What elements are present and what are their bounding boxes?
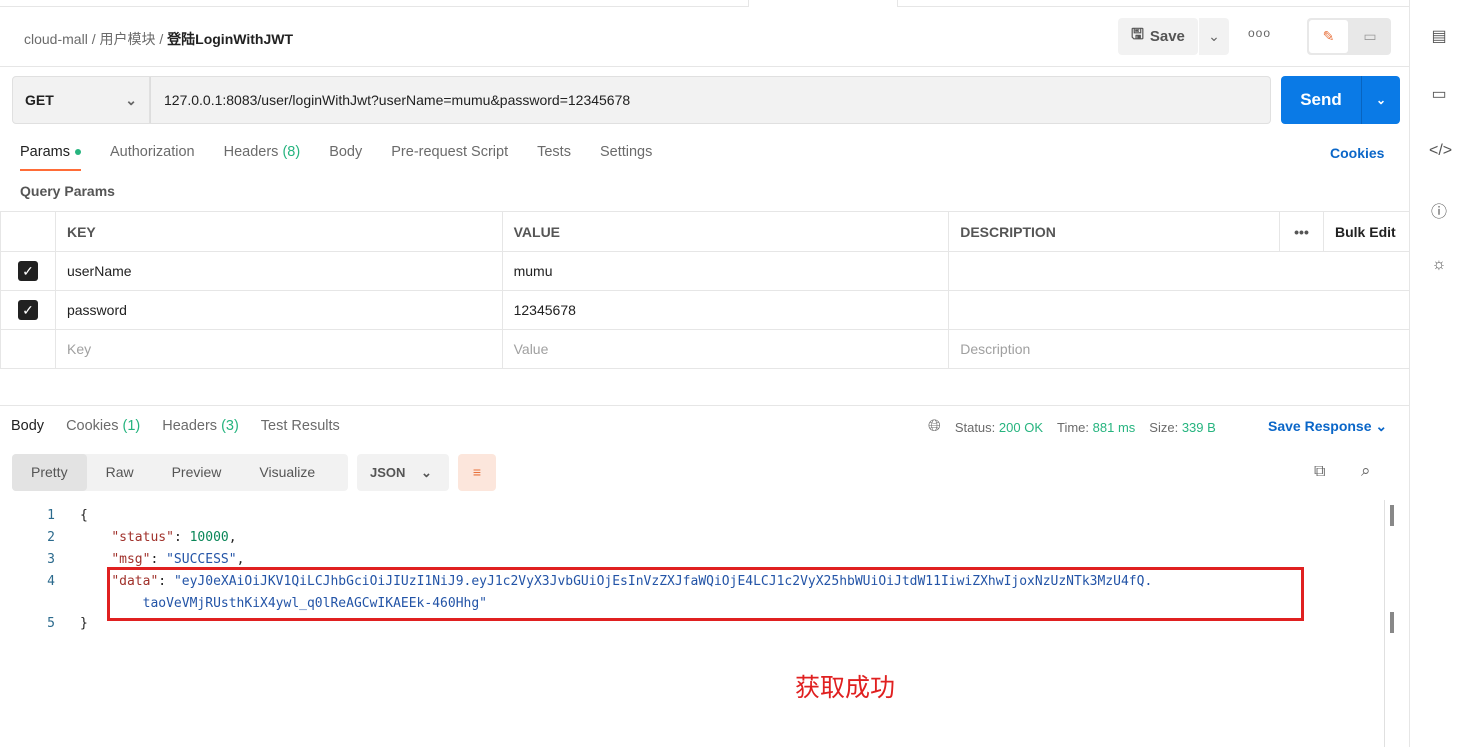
save-icon: 🖫 xyxy=(1131,26,1144,43)
key-input[interactable]: Key xyxy=(54,329,503,369)
code-icon[interactable]: </> xyxy=(1429,142,1452,162)
tab-body[interactable]: Body xyxy=(329,144,362,160)
description-input[interactable]: Description xyxy=(948,329,1410,369)
info-icon[interactable]: ⓘ xyxy=(1429,198,1449,221)
save-button[interactable]: 🖫 Save xyxy=(1118,18,1198,55)
wrap-lines-icon[interactable]: ≡ xyxy=(458,454,496,491)
value-input[interactable]: Value xyxy=(501,329,950,369)
send-button[interactable]: Send xyxy=(1281,76,1361,124)
send-dropdown-icon[interactable]: ⌄ xyxy=(1361,76,1400,124)
column-options-button[interactable]: ••• xyxy=(1279,211,1324,252)
method-select[interactable]: GET ⌄ xyxy=(12,76,150,124)
save-dropdown-button[interactable]: ⌄ xyxy=(1199,18,1229,55)
chevron-down-icon: ⌄ xyxy=(125,91,137,108)
request-name[interactable]: 登陆LoginWithJWT xyxy=(167,31,293,47)
format-tabs: Pretty Raw Preview Visualize xyxy=(12,454,348,491)
param-value[interactable]: mumu xyxy=(501,251,950,291)
table-row: ✓ userName mumu xyxy=(0,251,1410,291)
tab-response-headers[interactable]: Headers (3) xyxy=(162,418,239,434)
column-key: KEY xyxy=(54,211,503,252)
method-label: GET xyxy=(25,92,54,108)
breadcrumb: cloud-mall / 用户模块 / 登陆LoginWithJWT xyxy=(24,31,293,47)
mode-toggle: ✎ ▭ xyxy=(1307,18,1391,55)
response-stats: 🌐︎ Status: 200 OK Time: 881 ms Size: 339… xyxy=(928,418,1216,436)
tab-response-cookies[interactable]: Cookies (1) xyxy=(66,418,140,434)
breadcrumb-folder[interactable]: 用户模块 xyxy=(99,31,155,47)
language-select[interactable]: JSON ⌄ xyxy=(357,454,449,491)
divider xyxy=(0,66,1410,67)
annotation-text: 获取成功 xyxy=(795,674,896,702)
row-checkbox[interactable]: ✓ xyxy=(17,300,38,320)
param-key[interactable]: userName xyxy=(54,251,503,291)
size: Size: 339 B xyxy=(1149,419,1216,435)
copy-icon[interactable]: ⧉ xyxy=(1314,463,1325,481)
param-key[interactable]: password xyxy=(54,290,503,330)
tab-settings[interactable]: Settings xyxy=(600,144,652,160)
save-response-button[interactable]: Save Response ⌄ xyxy=(1268,418,1387,435)
param-description[interactable] xyxy=(948,251,1410,291)
more-options-button[interactable]: ooo xyxy=(1248,26,1271,40)
cookies-link[interactable]: Cookies xyxy=(1330,145,1384,161)
tab-response-body[interactable]: Body xyxy=(11,418,44,434)
tab-params[interactable]: Params xyxy=(20,144,81,171)
tab-pre-request-script[interactable]: Pre-request Script xyxy=(391,144,508,160)
format-visualize[interactable]: Visualize xyxy=(240,454,334,491)
highlight-box xyxy=(107,567,1304,621)
request-tabs: Params Authorization Headers (8) Body Pr… xyxy=(20,144,652,171)
lightbulb-icon[interactable]: ☼ xyxy=(1429,256,1449,276)
edit-pencil-icon[interactable]: ✎ xyxy=(1309,20,1348,53)
globe-icon[interactable]: 🌐︎ xyxy=(928,418,941,436)
bulk-edit-button[interactable]: Bulk Edit xyxy=(1323,211,1410,252)
table-row: ✓ password 12345678 xyxy=(0,290,1410,330)
param-value[interactable]: 12345678 xyxy=(501,290,950,330)
comment-icon[interactable]: ▭ xyxy=(1351,20,1389,53)
tab-authorization[interactable]: Authorization xyxy=(110,144,195,160)
send-button-group: Send ⌄ xyxy=(1281,76,1400,124)
params-table: KEY VALUE DESCRIPTION ••• Bulk Edit ✓ us… xyxy=(0,211,1410,369)
active-tab[interactable] xyxy=(748,0,898,7)
column-description: DESCRIPTION xyxy=(948,211,1281,252)
documentation-icon[interactable]: ▤ xyxy=(1429,26,1449,46)
params-dot-indicator xyxy=(74,149,81,156)
format-preview[interactable]: Preview xyxy=(153,454,241,491)
save-label: Save xyxy=(1149,28,1185,45)
divider xyxy=(0,405,1410,406)
breadcrumb-collection[interactable]: cloud-mall xyxy=(24,31,88,47)
url-input[interactable]: 127.0.0.1:8083/user/loginWithJwt?userNam… xyxy=(150,76,1271,124)
table-header: KEY VALUE DESCRIPTION ••• Bulk Edit xyxy=(0,211,1410,252)
query-params-title: Query Params xyxy=(20,183,115,199)
format-pretty[interactable]: Pretty xyxy=(12,454,87,491)
search-icon[interactable]: ⌕ xyxy=(1361,461,1371,481)
param-description[interactable] xyxy=(948,290,1410,330)
tab-headers[interactable]: Headers (8) xyxy=(224,144,301,160)
right-sidebar: ▤ ▭ </> ⓘ ☼ xyxy=(1409,0,1463,747)
time: Time: 881 ms xyxy=(1057,419,1136,435)
status: Status: 200 OK xyxy=(954,419,1043,435)
row-checkbox[interactable]: ✓ xyxy=(17,261,38,281)
scrollbar-track[interactable] xyxy=(1384,500,1385,747)
comments-icon[interactable]: ▭ xyxy=(1429,84,1449,104)
column-value: VALUE xyxy=(501,211,950,252)
tab-strip xyxy=(0,0,1410,7)
tab-tests[interactable]: Tests xyxy=(537,144,571,160)
scrollbar-thumb[interactable] xyxy=(1390,612,1394,633)
table-row-empty: Key Value Description xyxy=(0,329,1410,369)
scrollbar-thumb[interactable] xyxy=(1390,505,1394,526)
tab-test-results[interactable]: Test Results xyxy=(261,418,340,434)
format-raw[interactable]: Raw xyxy=(87,454,153,491)
response-tabs: Body Cookies (1) Headers (3) Test Result… xyxy=(11,418,340,434)
